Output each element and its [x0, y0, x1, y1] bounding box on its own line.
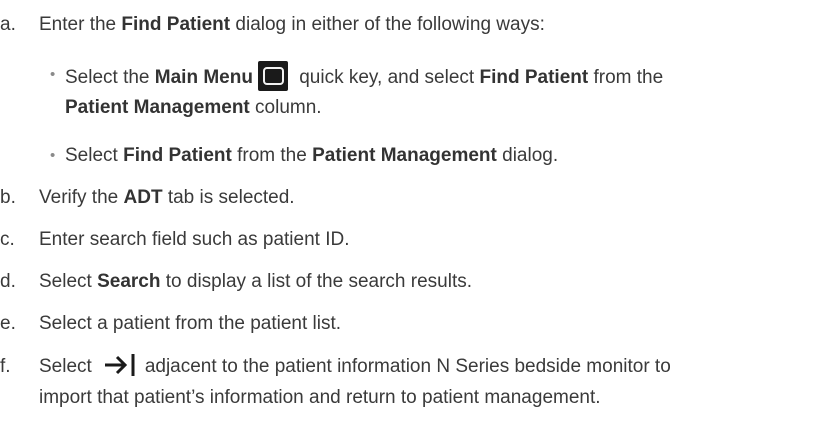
main-menu-icon — [257, 61, 288, 91]
bullet-1-line-1: Select the Main Menu quick key, and sele… — [65, 61, 663, 93]
step-b-text: Verify the ADT tab is selected. — [39, 187, 295, 208]
step-e-marker: e. — [0, 313, 16, 334]
step-a-text: Enter the Find Patient dialog in either … — [39, 14, 545, 35]
step-d-text: Select Search to display a list of the s… — [39, 271, 473, 292]
bullet-2: • — [50, 147, 56, 164]
step-f-line-1: Select adjacent to the patient informatio… — [39, 353, 671, 379]
step-b-marker: b. — [0, 187, 16, 208]
step-c-marker: c. — [0, 229, 15, 250]
bullet-1: • — [50, 66, 56, 83]
step-f-line-2: import that patient’s information and re… — [39, 387, 601, 408]
step-c-text: Enter search field such as patient ID. — [39, 229, 350, 250]
step-d-marker: d. — [0, 271, 16, 292]
step-a-marker: a. — [0, 14, 16, 35]
import-arrow-icon — [103, 353, 137, 377]
step-e-text: Select a patient from the patient list. — [39, 313, 342, 334]
bullet-2-line: Select Find Patient from the Patient Man… — [65, 145, 559, 166]
bullet-1-line-2: Patient Management column. — [65, 97, 322, 118]
step-f-marker: f. — [0, 356, 11, 377]
